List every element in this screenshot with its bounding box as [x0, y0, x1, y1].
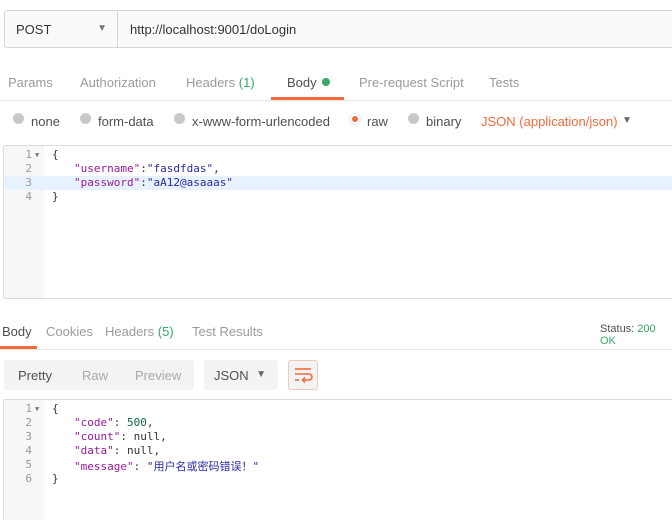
- json-key: "count": [74, 430, 121, 443]
- chevron-down-icon[interactable]: ▼: [622, 115, 632, 126]
- wrap-lines-button[interactable]: [288, 360, 318, 390]
- view-pretty-button[interactable]: Pretty: [18, 368, 52, 383]
- json-key: "data": [74, 444, 114, 457]
- method-label: POST: [16, 22, 52, 37]
- tab-label: Headers: [105, 324, 155, 339]
- code-line: }: [52, 190, 59, 203]
- request-bar: POST ▼ http://localhost:9001/doLogin: [0, 0, 672, 56]
- line-number: 3: [25, 176, 32, 189]
- json-number: 500: [127, 416, 147, 429]
- format-label: JSON: [214, 368, 249, 383]
- response-format-select[interactable]: JSON ▼: [204, 360, 278, 390]
- tab-label: Params: [8, 75, 53, 90]
- chevron-down-icon: ▼: [97, 23, 107, 34]
- headers-count: (1): [238, 75, 255, 90]
- response-tab-headers[interactable]: Headers (5): [105, 324, 174, 339]
- active-dot-icon: [321, 78, 330, 86]
- chevron-down-icon: ▼: [256, 369, 266, 380]
- tab-params[interactable]: Params: [8, 75, 53, 90]
- response-tab-test-results[interactable]: Test Results: [192, 324, 263, 339]
- line-number: 4: [25, 190, 32, 203]
- code-line: }: [52, 472, 59, 485]
- tab-body[interactable]: Body: [287, 75, 330, 90]
- radio-urlencoded[interactable]: [174, 113, 185, 124]
- tab-tests[interactable]: Tests: [489, 75, 519, 90]
- brace: }: [52, 190, 59, 203]
- headers-count: (5): [157, 324, 174, 339]
- tab-label: Body: [287, 75, 317, 90]
- code-line: {: [52, 148, 59, 161]
- response-tabs: Body Cookies Headers (5) Test Results St…: [0, 313, 672, 350]
- tab-label: Headers: [186, 75, 236, 90]
- tab-label: Test Results: [192, 324, 263, 339]
- line-number: 1: [25, 148, 32, 161]
- line-number: 4: [25, 444, 32, 457]
- code-line: "count": null,: [74, 430, 167, 443]
- url-text: http://localhost:9001/doLogin: [130, 22, 297, 37]
- tab-headers[interactable]: Headers (1): [186, 75, 255, 90]
- radio-label-urlencoded[interactable]: x-www-form-urlencoded: [192, 114, 330, 129]
- code-line: "data": null,: [74, 444, 161, 457]
- line-number: 5: [25, 458, 32, 471]
- request-body-editor[interactable]: 1 ▼ { 2 "username":"fasdfdas", 3 "passwo…: [3, 145, 672, 299]
- json-null: null: [127, 444, 154, 457]
- body-type-options: none form-data x-www-form-urlencoded raw…: [0, 108, 672, 136]
- response-tab-cookies[interactable]: Cookies: [46, 324, 93, 339]
- code-line: "username":"fasdfdas",: [74, 162, 220, 175]
- method-select[interactable]: POST ▼: [4, 10, 118, 48]
- code-line: "password":"aA12@asaaas": [74, 176, 233, 189]
- radio-none[interactable]: [13, 113, 24, 124]
- tab-label: Body: [2, 324, 32, 339]
- colon: :: [140, 176, 147, 189]
- response-tab-body[interactable]: Body: [2, 324, 32, 339]
- fold-arrow-icon[interactable]: ▼: [35, 405, 39, 413]
- radio-form-data[interactable]: [80, 113, 91, 124]
- view-raw-button[interactable]: Raw: [82, 368, 108, 383]
- response-body-viewer[interactable]: 1 ▼ { 2 "code": 500, 3 "count": null, 4 …: [3, 399, 672, 520]
- code-line: {: [52, 402, 59, 415]
- response-status: Status: 200 OK: [600, 323, 672, 347]
- brace: }: [52, 472, 59, 485]
- tab-label: Authorization: [80, 75, 156, 90]
- line-number: 2: [25, 162, 32, 175]
- json-key: "password": [74, 176, 141, 189]
- tab-label: Pre-request Script: [359, 75, 464, 90]
- radio-raw[interactable]: [349, 113, 361, 125]
- radio-label-binary[interactable]: binary: [426, 114, 461, 129]
- code-line: "code": 500,: [74, 416, 154, 429]
- tab-pre-request-script[interactable]: Pre-request Script: [359, 75, 464, 90]
- line-number: 2: [25, 416, 32, 429]
- wrap-lines-icon: [295, 368, 313, 384]
- json-key: "username": [74, 162, 141, 175]
- json-string: "aA12@asaaas": [146, 176, 233, 189]
- tab-authorization[interactable]: Authorization: [80, 75, 156, 90]
- brace: {: [52, 402, 59, 415]
- tab-label: Tests: [489, 75, 520, 90]
- brace: {: [52, 148, 59, 161]
- view-mode-group: Pretty Raw Preview: [4, 360, 194, 390]
- line-number: 1: [25, 402, 32, 415]
- json-key: "code": [74, 416, 114, 429]
- view-preview-button[interactable]: Preview: [135, 368, 181, 383]
- active-tab-indicator: [0, 346, 37, 349]
- line-number: 6: [25, 472, 32, 485]
- line-number: 3: [25, 430, 32, 443]
- json-string: "fasdfdas": [146, 162, 214, 175]
- body-format-select[interactable]: JSON (application/json): [481, 114, 618, 129]
- active-tab-indicator: [271, 97, 344, 100]
- comma: ,: [213, 162, 220, 175]
- radio-label-none[interactable]: none: [31, 114, 60, 129]
- radio-binary[interactable]: [408, 113, 419, 124]
- tab-label: Cookies: [46, 324, 93, 339]
- request-tabs: Params Authorization Headers (1) Body Pr…: [0, 62, 672, 101]
- colon: :: [140, 162, 147, 175]
- url-input[interactable]: http://localhost:9001/doLogin: [118, 10, 672, 48]
- json-null: null: [133, 430, 161, 443]
- radio-label-form-data[interactable]: form-data: [98, 114, 154, 129]
- radio-label-raw[interactable]: raw: [367, 114, 388, 129]
- fold-arrow-icon[interactable]: ▼: [35, 151, 39, 159]
- status-label: Status:: [600, 323, 635, 335]
